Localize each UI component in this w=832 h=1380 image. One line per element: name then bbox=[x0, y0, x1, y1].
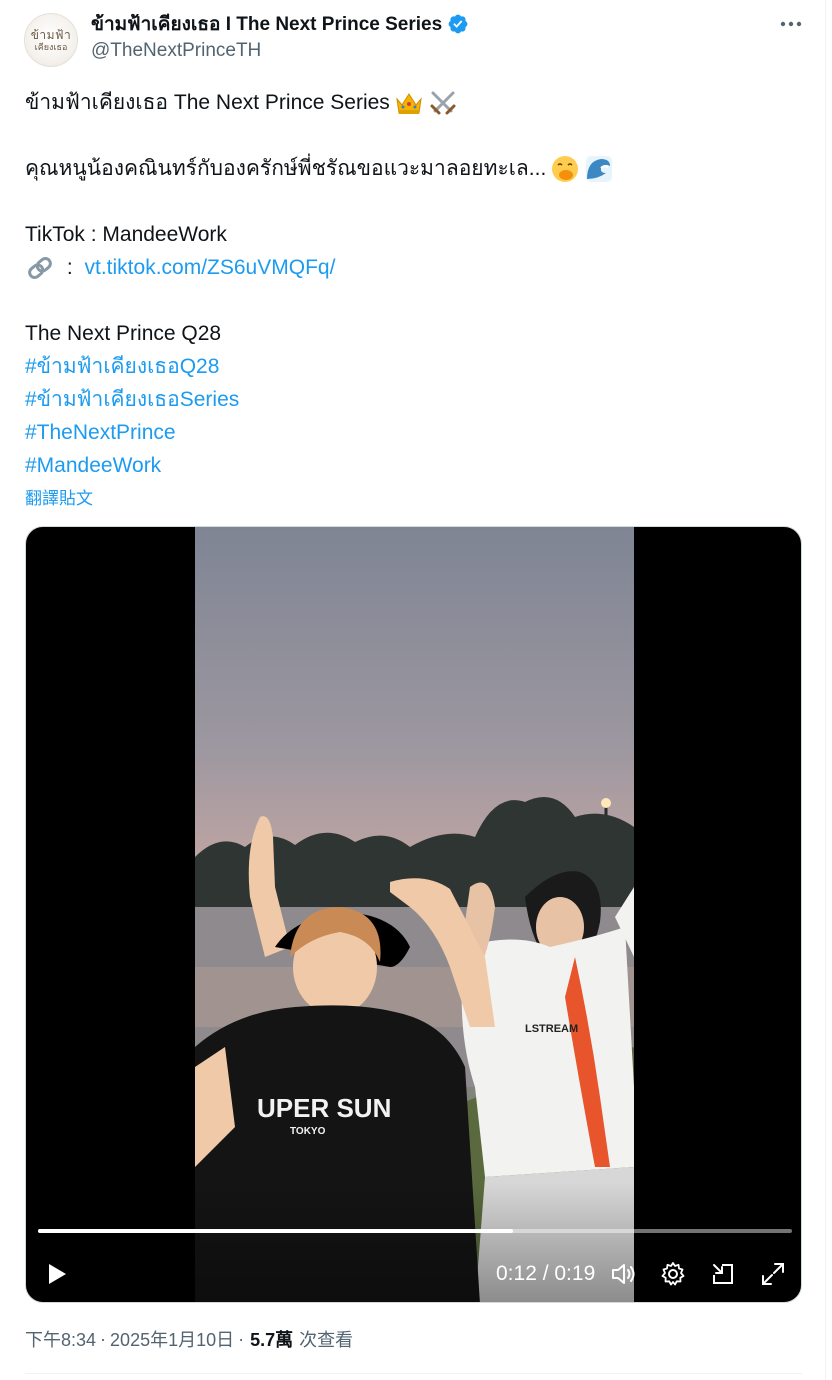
crown-emoji-icon bbox=[396, 92, 422, 114]
hashtag-link[interactable]: #TheNextPrince bbox=[25, 416, 176, 449]
shirt-print-subtext: TOKYO bbox=[290, 1126, 326, 1137]
tweet-story-text: คุณหนูน้องคณินทร์กับองครักษ์พี่ชรัณขอแวะ… bbox=[25, 157, 547, 180]
wave-emoji-icon bbox=[586, 155, 613, 182]
q28-text: The Next Prince Q28 bbox=[25, 322, 222, 345]
fullscreen-icon[interactable] bbox=[758, 1259, 788, 1289]
tweet-title-text: ข้ามฟ้าเคียงเธอ The Next Prince Series bbox=[25, 91, 390, 114]
hashtag-link[interactable]: #MandeeWork bbox=[25, 449, 161, 482]
picture-in-picture-icon[interactable] bbox=[708, 1259, 738, 1289]
more-options-icon[interactable] bbox=[774, 12, 808, 36]
avatar-text-bottom: เคียงเธอ bbox=[34, 41, 68, 52]
author-handle[interactable]: @TheNextPrinceTH bbox=[91, 40, 261, 62]
translate-post-link[interactable]: 翻譯貼文 bbox=[25, 484, 93, 509]
view-count: 5.7萬 bbox=[250, 1330, 294, 1350]
video-progress-fill bbox=[38, 1229, 514, 1233]
post-time[interactable]: 下午8:34 bbox=[25, 1326, 96, 1352]
verified-badge-icon bbox=[448, 14, 468, 34]
tweet-line-title: ข้ามฟ้าเคียงเธอ The Next Prince Series bbox=[25, 86, 805, 119]
view-count-label: 次查看 bbox=[299, 1330, 354, 1350]
tweet-text: ข้ามฟ้าเคียงเธอ The Next Prince Series ค… bbox=[25, 86, 805, 482]
avatar[interactable]: ข้ามฟ้า เคียงเธอ bbox=[24, 13, 78, 67]
video-player[interactable]: LSTREAM UPER SUN TOKYO 0:12 / 0:19 bbox=[25, 526, 802, 1303]
video-time-display: 0:12 / 0:19 bbox=[496, 1262, 596, 1285]
hashtag-link[interactable]: #ข้ามฟ้าเคียงเธอSeries bbox=[25, 383, 239, 416]
play-icon[interactable] bbox=[42, 1259, 72, 1289]
avatar-text-top: ข้ามฟ้า bbox=[30, 27, 72, 42]
meta-separator: · bbox=[238, 1328, 245, 1349]
link-prefix: : bbox=[61, 256, 79, 279]
divider bbox=[25, 1373, 802, 1374]
face-with-hand-over-mouth-emoji-icon bbox=[552, 155, 579, 182]
volume-icon[interactable] bbox=[608, 1259, 640, 1289]
shirt-print-text: UPER SUN bbox=[257, 1093, 391, 1123]
video-progress-bar[interactable] bbox=[38, 1229, 792, 1233]
tweet-line-q28: The Next Prince Q28 bbox=[25, 317, 805, 350]
tweet-meta: 下午8:34 · 2025年1月10日 · 5.7萬 次查看 bbox=[25, 1326, 353, 1352]
link-emoji-icon bbox=[28, 256, 52, 279]
author-name-row[interactable]: ข้ามฟ้าเคียงเธอ I The Next Prince Series bbox=[91, 11, 469, 37]
tweet-line-link: : vt.tiktok.com/ZS6uVMQFq/ bbox=[25, 251, 805, 284]
tweet-detail: ข้ามฟ้า เคียงเธอ ข้ามฟ้าเคียงเธอ I The N… bbox=[0, 0, 826, 1380]
crossed-swords-emoji-icon bbox=[430, 91, 456, 114]
post-date[interactable]: 2025年1月10日 bbox=[110, 1326, 234, 1352]
tiktok-credit-text: TikTok : MandeeWork bbox=[25, 223, 227, 246]
settings-gear-icon[interactable] bbox=[658, 1259, 688, 1289]
meta-separator: · bbox=[100, 1328, 107, 1349]
tweet-line-story: คุณหนูน้องคณินทร์กับองครักษ์พี่ชรัณขอแวะ… bbox=[25, 152, 805, 185]
jersey-text: LSTREAM bbox=[525, 1023, 578, 1035]
author-display-name[interactable]: ข้ามฟ้าเคียงเธอ I The Next Prince Series bbox=[91, 9, 442, 39]
hashtag-link[interactable]: #ข้ามฟ้าเคียงเธอQ28 bbox=[25, 350, 219, 383]
tweet-line-tiktok: TikTok : MandeeWork bbox=[25, 218, 805, 251]
tiktok-link[interactable]: vt.tiktok.com/ZS6uVMQFq/ bbox=[85, 251, 336, 284]
